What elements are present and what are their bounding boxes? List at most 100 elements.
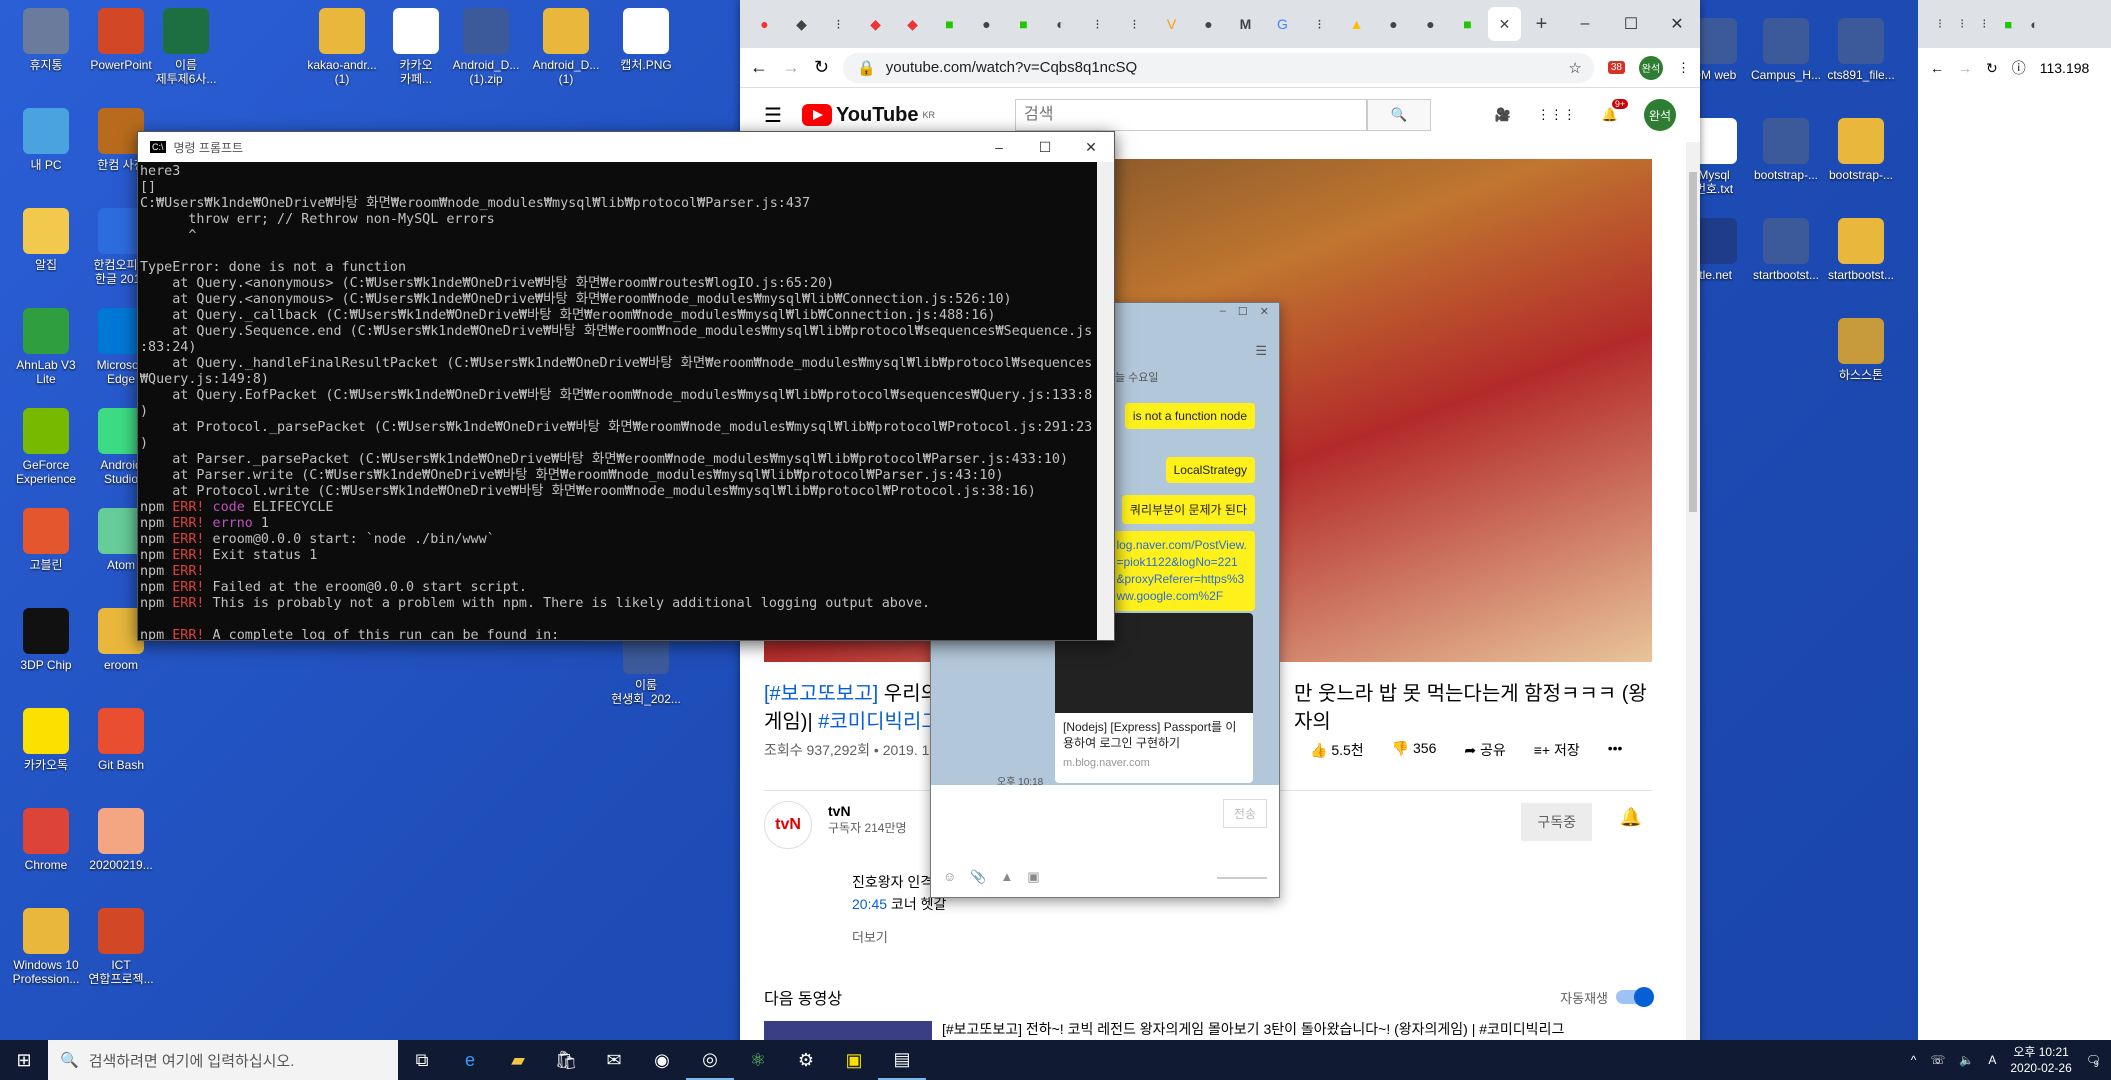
apps-grid-icon[interactable]: ⋮⋮⋮ (1537, 107, 1576, 123)
tab-pinned[interactable]: ◆ (896, 7, 929, 41)
profile-avatar[interactable]: 완석 (1639, 55, 1663, 80)
image-icon[interactable]: ▲ (1000, 869, 1013, 885)
task-view-icon[interactable]: ⧉ (398, 1040, 446, 1080)
start-button[interactable]: ⊞ (0, 1040, 48, 1080)
title-hashtag-link[interactable]: [#보고또보고] (764, 683, 878, 705)
autoplay-toggle[interactable] (1616, 987, 1654, 1007)
app-icon[interactable]: ⚙ (782, 1040, 830, 1080)
minimize-button[interactable]: – (976, 139, 1022, 156)
atom-icon[interactable]: ⚛ (734, 1040, 782, 1080)
tab-pinned[interactable]: ◆ (785, 7, 818, 41)
tab-pinned[interactable]: ⁝ (822, 7, 855, 41)
back-icon[interactable]: ← (750, 57, 768, 78)
account-avatar[interactable]: 완석 (1644, 99, 1676, 131)
tab-pinned[interactable]: ◆ (859, 7, 892, 41)
extension-badge[interactable]: 38 (1607, 61, 1625, 74)
chrome-icon[interactable]: ◎ (686, 1040, 734, 1080)
tab-pinned[interactable]: ◐ (1044, 7, 1077, 41)
cmd-scrollbar[interactable] (1097, 162, 1114, 640)
url-text[interactable]: 113.198 (2040, 60, 2090, 76)
ime-indicator[interactable]: A (1988, 1053, 1996, 1067)
chat-bubble-link[interactable]: log.naver.com/PostView. =piok1122&logNo=… (1108, 531, 1255, 611)
tab-pinned[interactable]: ● (1377, 7, 1410, 41)
tab-pinned[interactable]: ⁝ (1303, 7, 1336, 41)
taskbar-search[interactable]: 🔍 검색하려면 여기에 입력하십시오. (48, 1040, 398, 1080)
search-input[interactable] (1015, 99, 1368, 131)
mail-icon[interactable]: ✉ (590, 1040, 638, 1080)
bell-icon[interactable]: 🔔 (1620, 807, 1642, 828)
show-hidden-icons[interactable]: ^ (1911, 1053, 1917, 1067)
opacity-slider[interactable] (1217, 877, 1267, 879)
desktop-icon[interactable]: Git Bash (75, 708, 167, 772)
minimize-button[interactable]: – (1220, 305, 1226, 319)
channel-avatar[interactable]: tvN (764, 801, 812, 849)
next-video-title[interactable]: [#보고또보고] 전하~! 코빅 레전드 왕자의게임 몰아보기 3탄이 돌아왔습… (942, 1019, 1564, 1039)
tab-pinned[interactable]: ● (970, 7, 1003, 41)
tab-pinned[interactable]: ⁝ (1081, 7, 1114, 41)
send-button[interactable]: 전송 (1222, 799, 1267, 828)
desktop-icon[interactable]: Android_D... (1).zip (440, 8, 532, 86)
hamburger-icon[interactable]: ☰ (764, 103, 782, 128)
maximize-button[interactable]: ☐ (1022, 139, 1068, 156)
subscribe-button[interactable]: 구독중 (1521, 803, 1592, 841)
share-button[interactable]: ➦ 공유 (1464, 740, 1505, 760)
dislike-button[interactable]: 👎 356 (1392, 740, 1437, 760)
emoticon-icon[interactable]: ☺ (943, 869, 956, 885)
tab-pinned[interactable]: G (1266, 7, 1299, 41)
desktop-icon[interactable]: 캡처.PNG (600, 8, 692, 72)
app-icon[interactable]: ◉ (638, 1040, 686, 1080)
menu-icon[interactable]: ⋮ (1677, 60, 1690, 76)
tab-pinned[interactable]: ● (1192, 7, 1225, 41)
tab-pinned[interactable]: ● (748, 7, 781, 41)
tab-pinned[interactable]: ⁝ (1982, 16, 1986, 32)
tab-pinned[interactable]: ■ (1451, 7, 1484, 41)
edge-icon[interactable]: e (446, 1040, 494, 1080)
calendar-icon[interactable]: ▣ (1027, 869, 1039, 885)
tab-pinned[interactable]: M (1229, 7, 1262, 41)
kakaotalk-icon[interactable]: ▣ (830, 1040, 878, 1080)
cmd-output[interactable]: here3 [] C:₩Users₩k1nde₩OneDrive₩바탕 화면₩e… (138, 162, 1098, 640)
network-icon[interactable]: ☏ (1930, 1053, 1945, 1067)
timestamp-link[interactable]: 20:45 (852, 896, 887, 912)
chat-menu-icon[interactable]: ☰ (1255, 343, 1267, 359)
tab-pinned[interactable]: ■ (2004, 17, 2012, 32)
url-field[interactable]: 🔒 youtube.com/watch?v=Cqbs8q1ncSQ ☆ (843, 52, 1594, 83)
minimize-button[interactable]: – (1562, 9, 1608, 39)
desktop-icon[interactable]: startbootst... (1815, 218, 1907, 282)
tab-pinned[interactable]: V (1155, 7, 1188, 41)
desktop-icon[interactable]: 하스스톤 (1815, 318, 1907, 382)
clock[interactable]: 오후 10:21 2020-02-26 (2010, 1044, 2071, 1076)
forward-icon[interactable]: → (1958, 60, 1972, 76)
desktop-icon[interactable]: 20200219... (75, 808, 167, 872)
tab-pinned[interactable]: ⁝ (1960, 16, 1964, 32)
youtube-logo[interactable]: YouTube KR (801, 104, 935, 127)
attach-icon[interactable]: 📎 (970, 869, 986, 885)
maximize-button[interactable]: ☐ (1608, 9, 1654, 39)
desktop-icon[interactable]: cts891_file... (1815, 18, 1907, 82)
action-center-icon[interactable]: 🗨 9 (2086, 1053, 2101, 1069)
tab-pinned[interactable]: ◐ (2030, 17, 2038, 32)
file-explorer-icon[interactable]: ▰ (494, 1040, 542, 1080)
chat-input-area[interactable]: 전송 ☺ 📎 ▲ ▣ (931, 785, 1279, 897)
close-button[interactable]: ✕ (1068, 139, 1114, 156)
page-scrollbar[interactable] (1686, 142, 1700, 1044)
show-more-button[interactable]: 더보기 (852, 927, 888, 946)
star-icon[interactable]: ☆ (1568, 59, 1581, 77)
channel-name[interactable]: tvN (828, 803, 907, 819)
more-actions-icon[interactable]: ••• (1608, 740, 1623, 760)
close-button[interactable]: ✕ (1654, 9, 1700, 39)
forward-icon[interactable]: → (782, 57, 800, 78)
scrollbar-thumb[interactable] (1689, 172, 1697, 512)
tab-pinned[interactable]: ⁝ (1938, 16, 1942, 32)
desktop-icon[interactable]: bootstrap-... (1815, 118, 1907, 182)
search-button[interactable]: 🔍 (1367, 99, 1432, 131)
tab-pinned[interactable]: ▲ (1340, 7, 1373, 41)
store-icon[interactable]: 🛍 (542, 1040, 590, 1080)
tab-pinned[interactable]: ⁝ (1118, 7, 1151, 41)
desktop-icon[interactable]: Android_D... (1) (520, 8, 612, 86)
notifications-icon[interactable]: 🔔 9+ (1602, 99, 1629, 123)
save-button[interactable]: ≡+ 저장 (1534, 740, 1580, 760)
reload-icon[interactable]: ↻ (814, 57, 829, 78)
maximize-button[interactable]: ☐ (1238, 305, 1248, 319)
close-button[interactable]: ✕ (1260, 305, 1269, 319)
